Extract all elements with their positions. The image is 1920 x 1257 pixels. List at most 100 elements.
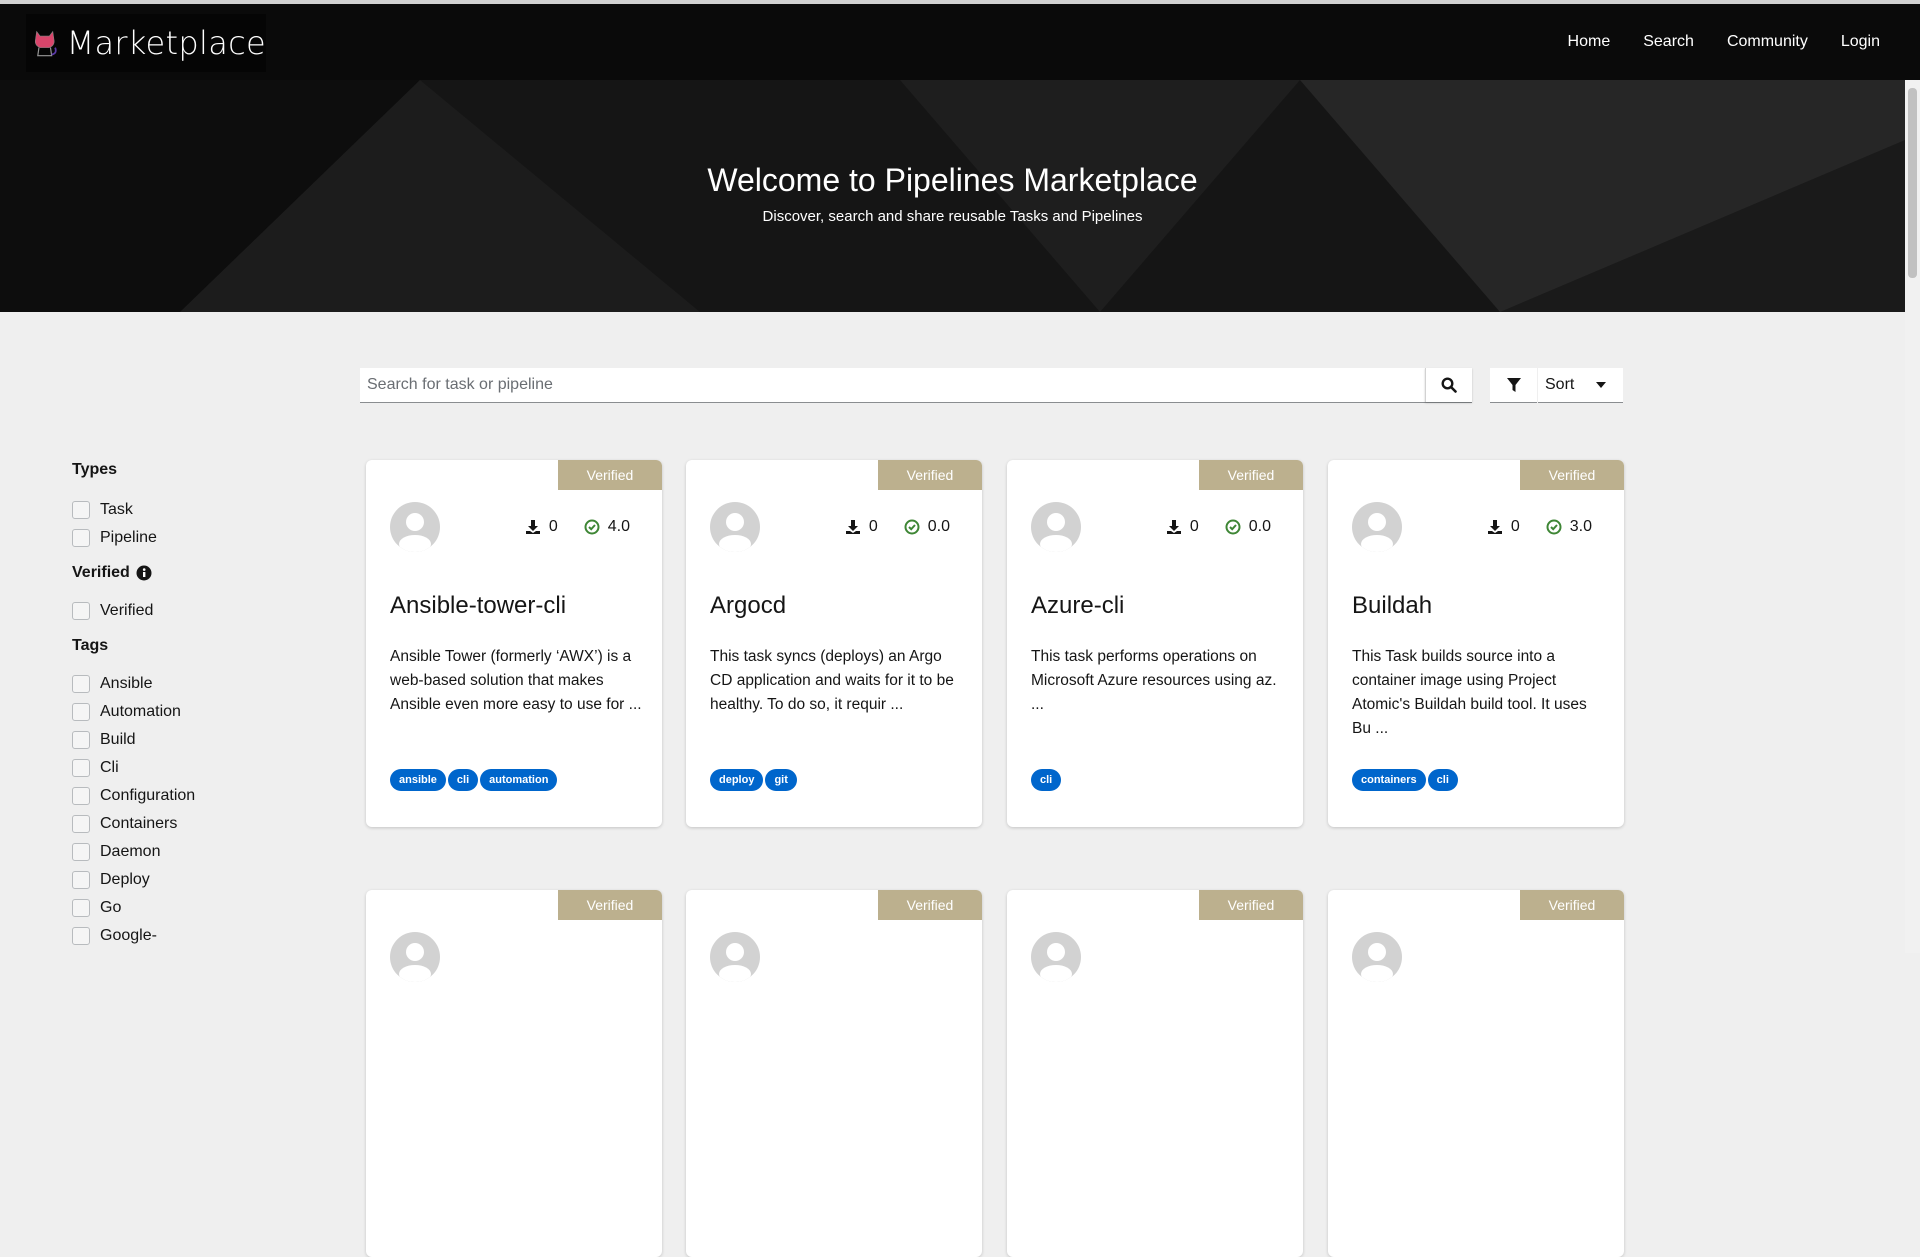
checkbox-tag-daemon[interactable]: Daemon bbox=[72, 838, 195, 866]
card-stats: 0 3.0 bbox=[1487, 518, 1592, 536]
verified-badge: Verified bbox=[558, 460, 662, 490]
card-title[interactable]: Argocd bbox=[710, 592, 786, 620]
resource-card[interactable]: Verified bbox=[1007, 890, 1303, 1257]
avatar bbox=[710, 502, 760, 552]
verified-badge: Verified bbox=[1199, 460, 1303, 490]
hero-subtitle: Discover, search and share reusable Task… bbox=[762, 208, 1143, 225]
checkbox[interactable] bbox=[72, 843, 90, 861]
filter-icon bbox=[1506, 378, 1521, 392]
card-title[interactable]: Buildah bbox=[1352, 592, 1432, 620]
download-icon bbox=[1166, 520, 1181, 534]
checkbox-tag-go[interactable]: Go bbox=[72, 894, 195, 922]
tag-chip[interactable]: git bbox=[765, 769, 797, 791]
checkbox-tag-configuration[interactable]: Configuration bbox=[72, 782, 195, 810]
checkbox[interactable] bbox=[72, 675, 90, 693]
nav-login[interactable]: Login bbox=[1841, 33, 1880, 51]
scrollbar[interactable] bbox=[1905, 80, 1920, 953]
avatar bbox=[1031, 502, 1081, 552]
checkbox-tag-ansible[interactable]: Ansible bbox=[72, 670, 195, 698]
checkbox[interactable] bbox=[72, 815, 90, 833]
sort-dropdown[interactable]: Sort bbox=[1538, 368, 1623, 403]
search-button[interactable] bbox=[1425, 368, 1472, 402]
check-circle-icon bbox=[1546, 519, 1562, 535]
checkbox-label: Ansible bbox=[100, 675, 153, 692]
checkbox-label: Containers bbox=[100, 815, 178, 832]
nav-community[interactable]: Community bbox=[1727, 33, 1808, 51]
card-description: This task performs operations on Microso… bbox=[1031, 648, 1277, 713]
verified-badge: Verified bbox=[1520, 460, 1624, 490]
checkbox[interactable] bbox=[72, 899, 90, 917]
resource-card[interactable]: Verified bbox=[686, 890, 982, 1257]
search-icon bbox=[1441, 377, 1457, 393]
checkbox[interactable] bbox=[72, 787, 90, 805]
checkbox-tag-google[interactable]: Google- bbox=[72, 922, 195, 950]
card-description: This task syncs (deploys) an Argo CD app… bbox=[710, 648, 954, 713]
checkbox-verified[interactable]: Verified bbox=[72, 597, 195, 625]
checkbox-tag-automation[interactable]: Automation bbox=[72, 698, 195, 726]
caret-down-icon bbox=[1596, 382, 1607, 388]
verified-badge: Verified bbox=[1199, 890, 1303, 920]
hero-banner: Welcome to Pipelines Marketplace Discove… bbox=[0, 80, 1905, 312]
checkbox[interactable] bbox=[72, 927, 90, 945]
resource-card[interactable]: Verified bbox=[366, 890, 662, 1257]
tag-chip[interactable]: deploy bbox=[710, 769, 764, 791]
tag-chip[interactable]: automation bbox=[480, 769, 558, 791]
checkbox[interactable] bbox=[72, 759, 90, 777]
verified-badge: Verified bbox=[878, 460, 982, 490]
card-stats: 0 4.0 bbox=[525, 518, 630, 536]
resource-card[interactable]: Verified 0 0.0 Azure-cli This task performs … bbox=[1007, 460, 1303, 827]
download-count: 0 bbox=[1510, 518, 1520, 535]
tags-heading: Tags bbox=[72, 636, 195, 656]
checkbox-label: Deploy bbox=[100, 871, 150, 888]
card-stats: 0 0.0 bbox=[1166, 518, 1271, 536]
checkbox[interactable] bbox=[72, 703, 90, 721]
tag-chip[interactable]: cli bbox=[1031, 769, 1062, 791]
info-icon[interactable] bbox=[136, 565, 152, 581]
search-bar bbox=[360, 368, 1472, 403]
avatar bbox=[1352, 502, 1402, 552]
checkbox[interactable] bbox=[72, 529, 90, 547]
resource-card[interactable]: Verified 0 3.0 Buildah This Task builds sour… bbox=[1328, 460, 1624, 827]
tag-chip[interactable]: cli bbox=[1427, 769, 1458, 791]
card-title[interactable]: Ansible-tower-cli bbox=[390, 592, 566, 620]
resource-card[interactable]: Verified 0 4.0 Ansible-tower-cli Ansible Tow… bbox=[366, 460, 662, 827]
checkbox[interactable] bbox=[72, 871, 90, 889]
checkbox-label: Task bbox=[100, 501, 133, 518]
checkbox[interactable] bbox=[72, 602, 90, 620]
search-input[interactable] bbox=[360, 368, 1425, 402]
navbar: Marketplace Home Search Community Login bbox=[0, 4, 1920, 80]
download-icon bbox=[1487, 520, 1502, 534]
scrollbar-thumb[interactable] bbox=[1908, 88, 1917, 278]
tag-chip[interactable]: ansible bbox=[390, 769, 446, 791]
checkbox-tag-containers[interactable]: Containers bbox=[72, 810, 195, 838]
card-tags: deploy git bbox=[710, 769, 797, 791]
download-icon bbox=[525, 520, 540, 534]
checkbox-label: Go bbox=[100, 899, 122, 916]
checkbox-task[interactable]: Task bbox=[72, 496, 195, 524]
verified-badge: Verified bbox=[878, 890, 982, 920]
user-avatar-icon bbox=[399, 513, 431, 552]
checkbox-tag-deploy[interactable]: Deploy bbox=[72, 866, 195, 894]
checkbox-tag-cli[interactable]: Cli bbox=[72, 754, 195, 782]
resource-card[interactable]: Verified 0 0.0 Argocd This task syncs (deplo… bbox=[686, 460, 982, 827]
avatar bbox=[710, 932, 760, 982]
checkbox-label: Daemon bbox=[100, 843, 161, 860]
tags-heading-text: Tags bbox=[72, 637, 109, 654]
checkbox-label: Cli bbox=[100, 759, 119, 776]
resource-card[interactable]: Verified bbox=[1328, 890, 1624, 1257]
user-avatar-icon bbox=[1040, 943, 1072, 982]
card-title[interactable]: Azure-cli bbox=[1031, 592, 1124, 620]
tag-chip[interactable]: cli bbox=[447, 769, 479, 791]
checkbox[interactable] bbox=[72, 501, 90, 519]
rating: 0.0 bbox=[927, 518, 950, 535]
nav-home[interactable]: Home bbox=[1568, 33, 1611, 51]
filter-button[interactable] bbox=[1490, 368, 1537, 403]
verified-heading: Verified bbox=[72, 563, 195, 583]
logo[interactable]: Marketplace bbox=[26, 14, 266, 72]
checkbox-tag-build[interactable]: Build bbox=[72, 726, 195, 754]
checkbox-pipeline[interactable]: Pipeline bbox=[72, 524, 195, 552]
tag-chip[interactable]: containers bbox=[1352, 769, 1426, 791]
nav-search[interactable]: Search bbox=[1643, 33, 1694, 51]
user-avatar-icon bbox=[719, 513, 751, 552]
checkbox[interactable] bbox=[72, 731, 90, 749]
